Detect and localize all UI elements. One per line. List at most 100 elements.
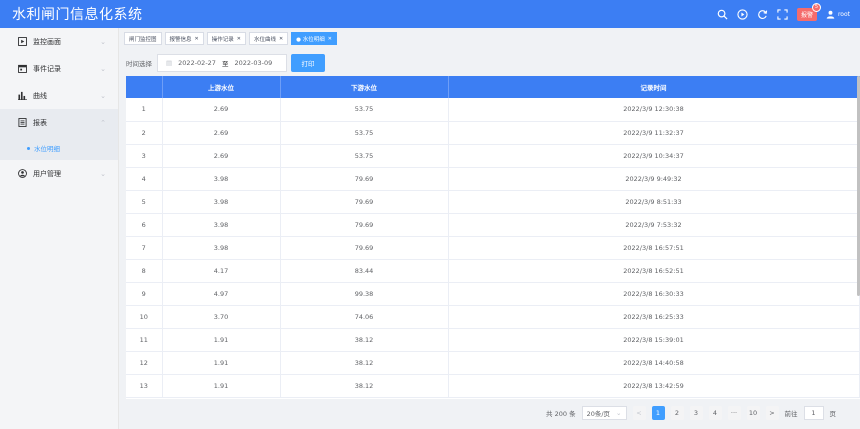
record-time-cell: 2022/3/9 8:51:33 bbox=[448, 190, 860, 213]
tab-alarm-info[interactable]: 报警信息 ✕ bbox=[164, 32, 204, 45]
calendar-icon: ▤ bbox=[166, 59, 173, 67]
downstream-level-cell: 38.12 bbox=[280, 374, 449, 397]
downstream-level-cell: 38.12 bbox=[280, 351, 449, 374]
header-upstream-level: 上游水位 bbox=[162, 76, 281, 98]
monitor-icon bbox=[18, 37, 27, 46]
row-index: 6 bbox=[126, 213, 163, 236]
table-row: 9 4.97 99.38 2022/3/8 16:30:33 bbox=[126, 282, 860, 305]
record-time-cell: 2022/3/8 16:30:33 bbox=[448, 282, 860, 305]
sidebar-item-label: 监控画面 bbox=[33, 37, 61, 46]
print-button[interactable]: 打印 bbox=[291, 54, 325, 72]
pagination: 共 200 条 20条/页 ⌄ < 1 2 3 4 ··· 10 > 前往 1 … bbox=[546, 406, 836, 420]
chevron-up-icon: ⌃ bbox=[100, 118, 106, 127]
goto-page-input[interactable]: 1 bbox=[803, 406, 824, 420]
row-index: 13 bbox=[126, 374, 163, 397]
table-row: 3 2.69 53.75 2022/3/9 10:34:37 bbox=[126, 144, 860, 167]
user-icon bbox=[826, 10, 835, 19]
upstream-level-cell: 3.98 bbox=[162, 236, 281, 259]
upstream-level-cell: 2.69 bbox=[162, 121, 281, 144]
table-row: 13 1.91 38.12 2022/3/8 13:42:59 bbox=[126, 374, 860, 397]
upstream-level-cell: 3.98 bbox=[162, 167, 281, 190]
row-index: 9 bbox=[126, 282, 163, 305]
downstream-level-cell: 53.75 bbox=[280, 144, 449, 167]
record-time-cell: 2022/3/8 16:57:51 bbox=[448, 236, 860, 259]
row-index: 11 bbox=[126, 328, 163, 351]
top-actions: 报警 5 root bbox=[717, 0, 850, 28]
page-button[interactable]: 2 bbox=[670, 406, 684, 420]
downstream-level-cell: 79.69 bbox=[280, 236, 449, 259]
chevron-down-icon: ⌄ bbox=[100, 91, 106, 100]
sidebar-item-user-management[interactable]: 用户管理 ⌄ bbox=[0, 160, 118, 187]
downstream-level-cell: 79.69 bbox=[280, 213, 449, 236]
alarm-button[interactable]: 报警 5 bbox=[796, 2, 821, 21]
user-icon bbox=[18, 169, 27, 178]
prev-page-button[interactable]: < bbox=[632, 406, 646, 420]
table-row: 2 2.69 53.75 2022/3/9 11:32:37 bbox=[126, 121, 860, 144]
user-menu[interactable]: root bbox=[826, 10, 850, 19]
table-row: 11 1.91 38.12 2022/3/8 15:39:01 bbox=[126, 328, 860, 351]
record-time-cell: 2022/3/8 16:52:51 bbox=[448, 259, 860, 282]
chevron-down-icon: ⌄ bbox=[100, 169, 106, 178]
date-range-picker[interactable]: ▤ 2022-02-27 至 2022-03-09 bbox=[157, 54, 287, 72]
record-time-cell: 2022/3/8 13:42:59 bbox=[448, 374, 860, 397]
upstream-level-cell: 3.70 bbox=[162, 305, 281, 328]
tab-water-level-detail[interactable]: ● 水位明细 ✕ bbox=[291, 32, 337, 45]
page-ellipsis[interactable]: ··· bbox=[727, 406, 741, 420]
close-icon[interactable]: ✕ bbox=[279, 36, 283, 42]
fullscreen-icon[interactable] bbox=[777, 8, 788, 20]
row-index: 5 bbox=[126, 190, 163, 213]
close-icon[interactable]: ✕ bbox=[328, 36, 332, 42]
upstream-level-cell: 1.91 bbox=[162, 351, 281, 374]
downstream-level-cell: 79.69 bbox=[280, 167, 449, 190]
total-count: 共 200 条 bbox=[546, 410, 576, 418]
next-page-button[interactable]: > bbox=[765, 406, 779, 420]
page-button[interactable]: 10 bbox=[746, 406, 760, 420]
header-index bbox=[126, 76, 163, 98]
row-index: 12 bbox=[126, 351, 163, 374]
sidebar-item-events[interactable]: 事件记录 ⌄ bbox=[0, 55, 118, 82]
end-date[interactable]: 2022-03-09 bbox=[234, 59, 272, 67]
row-index: 8 bbox=[126, 259, 163, 282]
page-button[interactable]: 4 bbox=[708, 406, 722, 420]
tab-label: 闸门监控图 bbox=[129, 36, 157, 43]
search-icon[interactable] bbox=[717, 9, 728, 20]
tab-water-level-curve[interactable]: 水位曲线 ✕ bbox=[248, 32, 289, 45]
record-time-cell: 2022/3/8 14:40:58 bbox=[448, 351, 860, 374]
sidebar-subitem-water-level-detail[interactable]: 水位明细 bbox=[0, 136, 118, 160]
tab-label: 报警信息 bbox=[169, 36, 192, 43]
upstream-level-cell: 2.69 bbox=[162, 144, 281, 167]
tab-operation-log[interactable]: 操作记录 ✕ bbox=[206, 32, 246, 45]
sidebar-item-report[interactable]: 报表 ⌃ bbox=[0, 109, 118, 136]
sidebar-item-label: 用户管理 bbox=[33, 169, 61, 178]
refresh-icon[interactable] bbox=[757, 9, 768, 20]
table-row: 10 3.70 74.06 2022/3/8 16:25:33 bbox=[126, 305, 860, 328]
upstream-level-cell: 1.91 bbox=[162, 328, 281, 351]
play-circle-icon[interactable] bbox=[737, 8, 748, 20]
record-time-cell: 2022/3/9 9:49:32 bbox=[448, 167, 860, 190]
goto-label: 前往 bbox=[784, 410, 798, 418]
sidebar-item-curve[interactable]: 曲线 ⌄ bbox=[0, 82, 118, 109]
page-size-select[interactable]: 20条/页 ⌄ bbox=[581, 406, 627, 420]
tab-gate-monitor[interactable]: 闸门监控图 bbox=[124, 32, 162, 45]
active-dot-icon bbox=[27, 146, 30, 150]
close-icon[interactable]: ✕ bbox=[195, 36, 199, 42]
goto-unit: 页 bbox=[829, 410, 837, 418]
row-index: 7 bbox=[126, 236, 163, 259]
page-button[interactable]: 3 bbox=[689, 406, 703, 420]
record-time-cell: 2022/3/9 11:32:37 bbox=[448, 121, 860, 144]
downstream-level-cell: 38.12 bbox=[280, 328, 449, 351]
close-icon[interactable]: ✕ bbox=[237, 36, 241, 42]
sidebar-item-label: 曲线 bbox=[33, 91, 47, 100]
row-index: 2 bbox=[126, 121, 163, 144]
tab-bar: 闸门监控图 报警信息 ✕ 操作记录 ✕ 水位曲线 ✕ ● 水位明细 ✕ bbox=[124, 32, 337, 45]
table-body: 1 2.69 53.75 2022/3/9 12:30:38 2 2.69 53.75 202… bbox=[126, 98, 860, 397]
top-bar: 水利闸门信息化系统 报警 5 root bbox=[0, 0, 860, 28]
alarm-label: 报警 bbox=[800, 11, 813, 19]
page-button[interactable]: 1 bbox=[651, 406, 665, 420]
record-time-cell: 2022/3/8 16:25:33 bbox=[448, 305, 860, 328]
sidebar-item-monitor[interactable]: 监控画面 ⌄ bbox=[0, 28, 118, 55]
start-date[interactable]: 2022-02-27 bbox=[178, 59, 216, 67]
sidebar-item-label: 报表 bbox=[33, 118, 47, 127]
downstream-level-cell: 79.69 bbox=[280, 190, 449, 213]
app-title: 水利闸门信息化系统 bbox=[12, 7, 143, 23]
